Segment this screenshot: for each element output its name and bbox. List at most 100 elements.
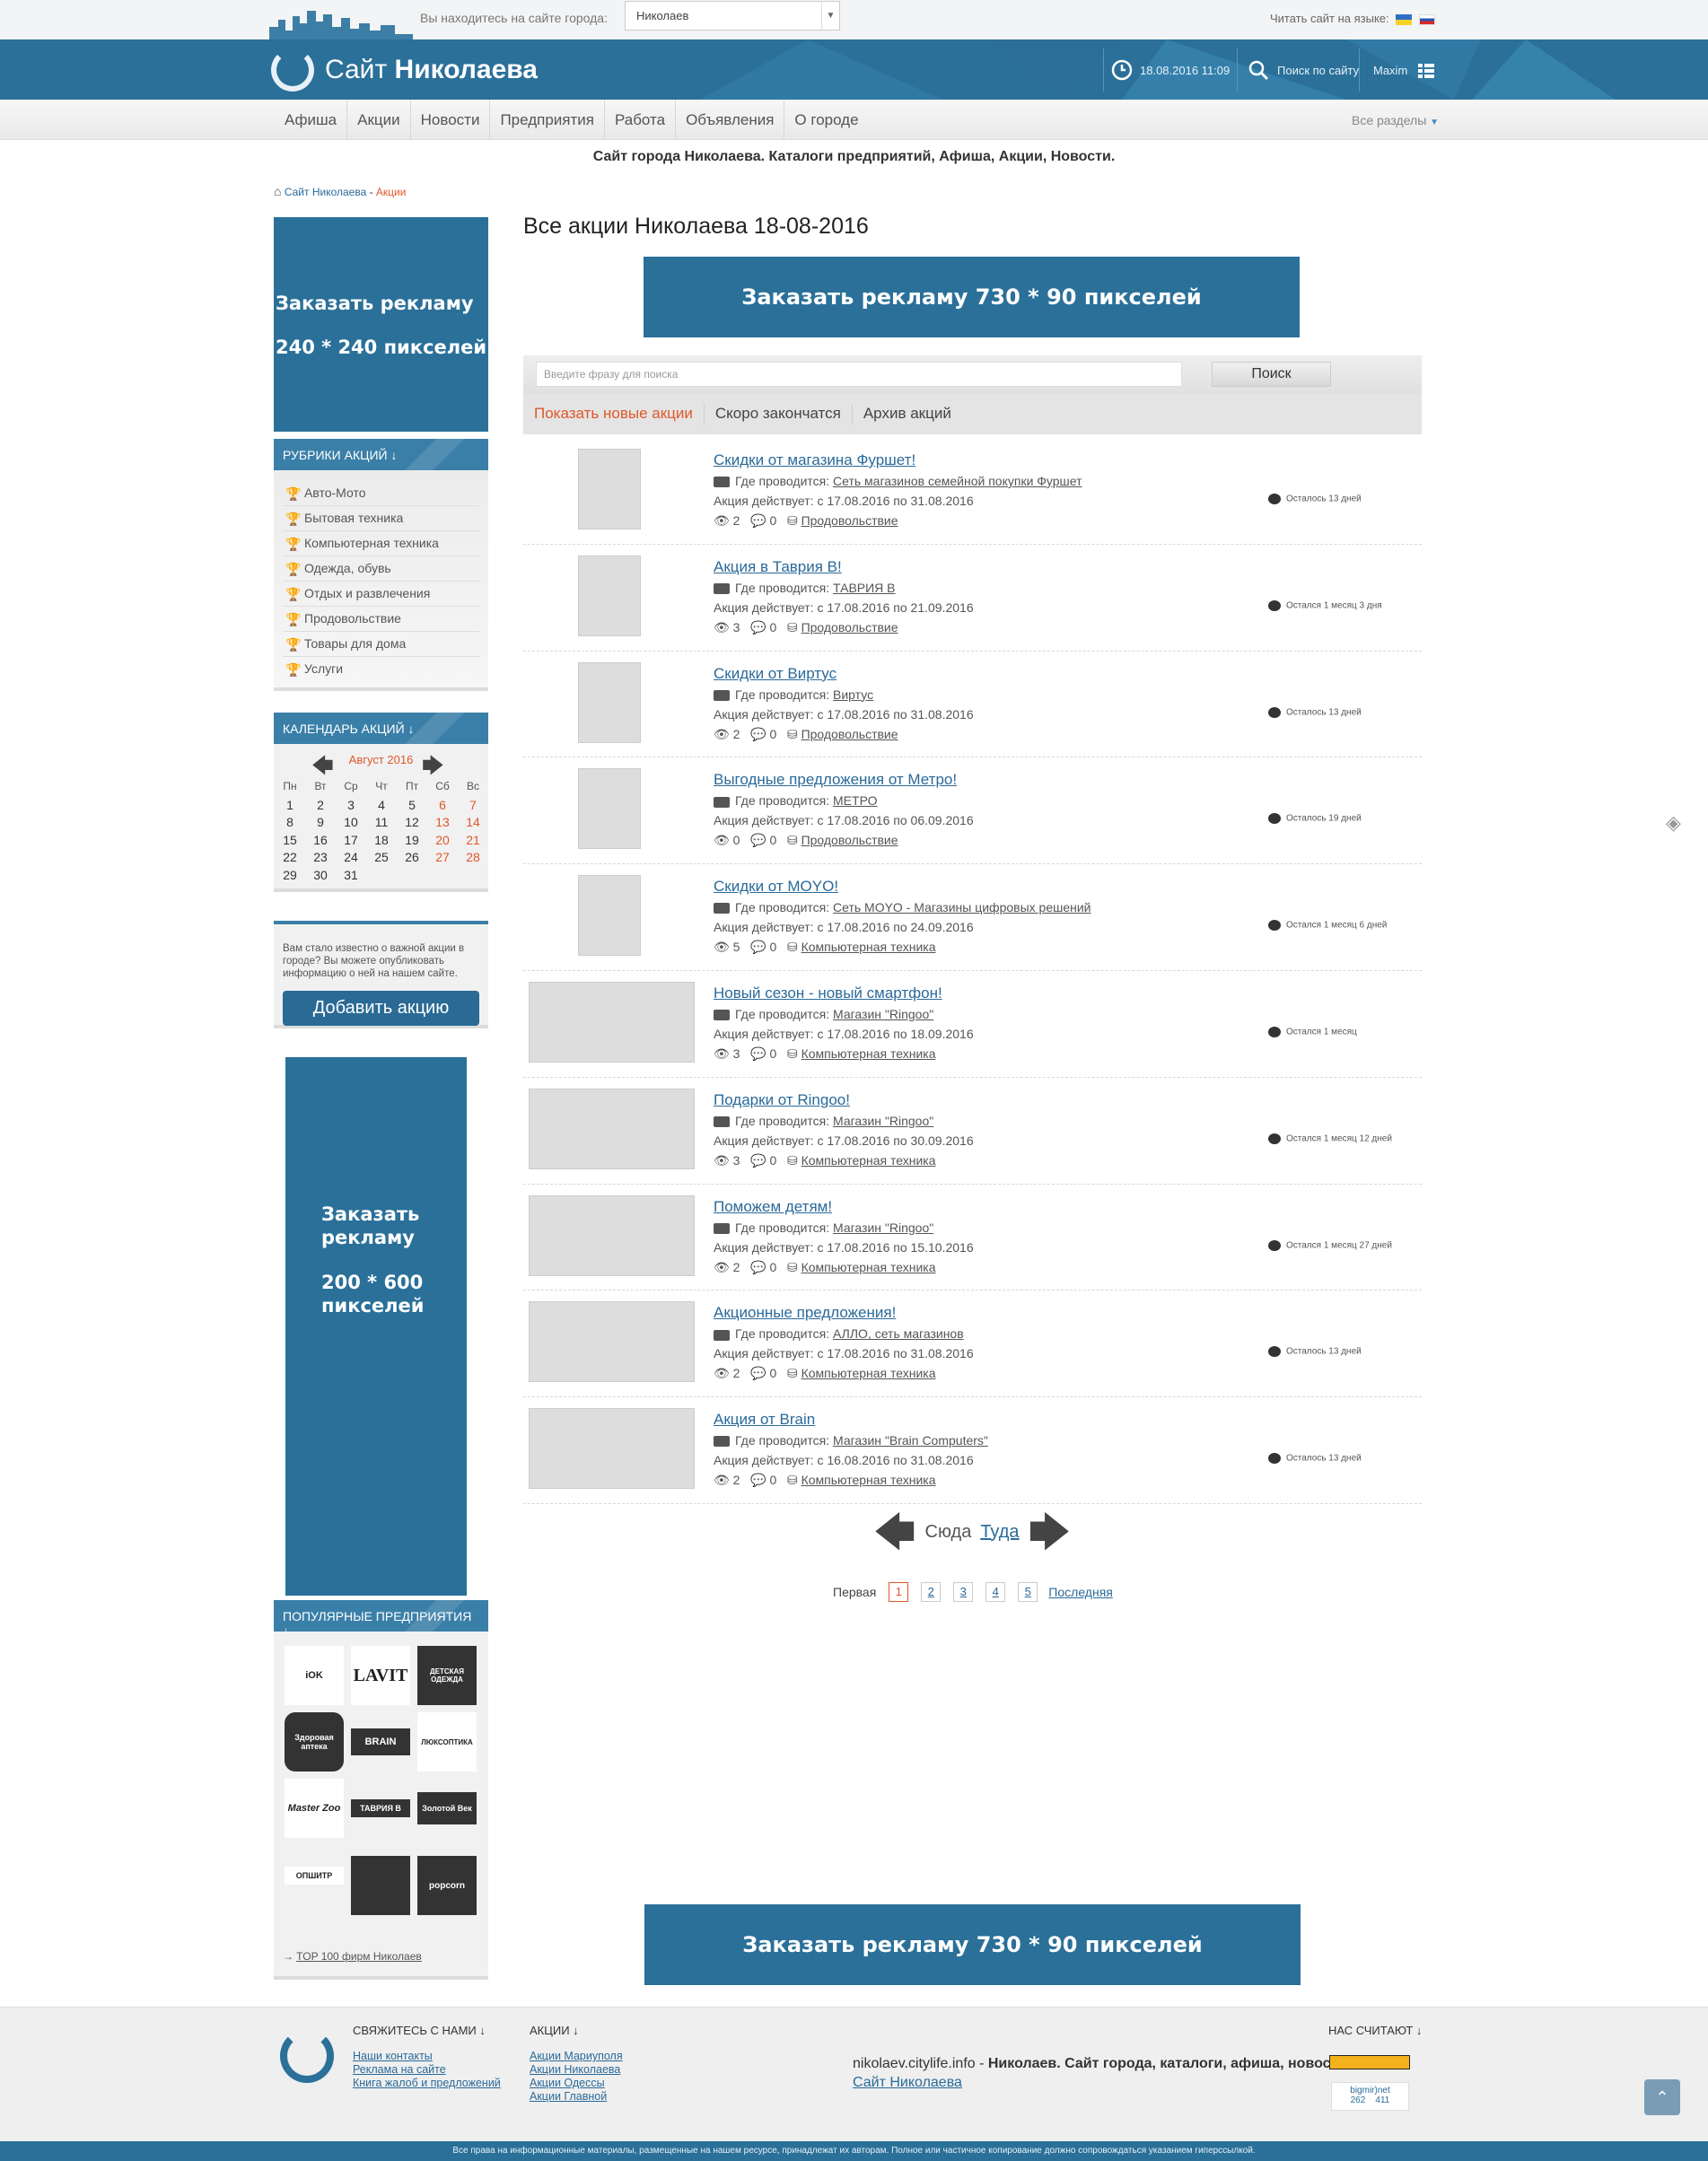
- calendar-day[interactable]: 29: [275, 868, 305, 886]
- pagination-last[interactable]: Последняя: [1048, 1585, 1113, 1599]
- all-sections-dropdown[interactable]: Все разделы ▼: [1352, 113, 1439, 127]
- ad-banner-730-top[interactable]: Заказать рекламу 730 * 90 пикселей: [644, 257, 1300, 337]
- promo-thumbnail[interactable]: [529, 1408, 695, 1490]
- footer-link[interactable]: Книга жалоб и предложений: [353, 2077, 501, 2090]
- nav-item-news[interactable]: Новости: [411, 100, 491, 140]
- company-logo[interactable]: Здоровая аптека: [285, 1712, 344, 1772]
- side-scroll-icon[interactable]: ◈: [1666, 811, 1681, 835]
- footer-link[interactable]: Акции Одессы: [530, 2077, 623, 2090]
- calendar-day[interactable]: 30: [305, 868, 336, 886]
- pager-prev[interactable]: Сюда: [925, 1522, 972, 1543]
- promo-thumbnail[interactable]: [529, 1194, 695, 1276]
- calendar-day[interactable]: 25: [366, 850, 397, 868]
- calendar-day[interactable]: 1: [275, 798, 305, 816]
- company-logo[interactable]: BRAIN: [351, 1728, 410, 1755]
- pager-next[interactable]: Туда: [980, 1522, 1019, 1543]
- promo-title[interactable]: Выгодные предложения от Метро!: [714, 771, 957, 789]
- promo-category[interactable]: Компьютерная техника: [801, 1153, 936, 1168]
- calendar-day[interactable]: 20: [427, 833, 458, 851]
- calendar-day[interactable]: 27: [427, 850, 458, 868]
- scroll-to-top-button[interactable]: ⌃: [1644, 2079, 1680, 2115]
- company-logo[interactable]: Master Zoo: [285, 1779, 344, 1838]
- promo-where-link[interactable]: Магазин "Ringoo": [833, 1007, 933, 1021]
- promo-thumbnail[interactable]: [529, 981, 695, 1063]
- arrow-right-icon[interactable]: 🡆: [1029, 1511, 1072, 1553]
- page-number[interactable]: 5: [1018, 1582, 1038, 1602]
- promo-category[interactable]: Компьютерная техника: [801, 1046, 936, 1061]
- calendar-day[interactable]: 3: [336, 798, 366, 816]
- promo-title[interactable]: Скидки от MOYO!: [714, 878, 838, 896]
- footer-link[interactable]: Наши контакты: [353, 2050, 501, 2063]
- footer-link[interactable]: Акции Главной: [530, 2090, 623, 2104]
- breadcrumb-home[interactable]: Сайт Николаева: [285, 186, 366, 198]
- page-number[interactable]: 1: [889, 1582, 909, 1602]
- promo-title[interactable]: Акция в Таврия В!: [714, 558, 842, 576]
- home-icon[interactable]: ⌂: [274, 184, 281, 198]
- site-logo-text[interactable]: Сайт Николаева: [325, 55, 538, 85]
- menu-grid-icon[interactable]: [1418, 64, 1434, 78]
- rubric-item[interactable]: 🏆 Компьютерная техника: [283, 531, 479, 556]
- promo-category[interactable]: Продовольствие: [801, 513, 898, 528]
- company-logo[interactable]: LAVIT: [351, 1646, 410, 1705]
- promo-category[interactable]: Компьютерная техника: [801, 1473, 936, 1487]
- promo-title[interactable]: Скидки от Виртус: [714, 665, 836, 683]
- promo-category[interactable]: Продовольствие: [801, 727, 898, 741]
- promo-category[interactable]: Продовольствие: [801, 833, 898, 847]
- calendar-day[interactable]: 8: [275, 815, 305, 833]
- promo-title[interactable]: Акционные предложения!: [714, 1304, 896, 1322]
- rubric-item[interactable]: 🏆 Одежда, обувь: [283, 556, 479, 582]
- ad-banner-730-bottom[interactable]: Заказать рекламу 730 * 90 пикселей: [644, 1904, 1301, 1985]
- calendar-day[interactable]: 5: [397, 798, 427, 816]
- promo-category[interactable]: Продовольствие: [801, 620, 898, 634]
- nav-item-afisha[interactable]: Афиша: [275, 100, 348, 140]
- promo-where-link[interactable]: МЕТРО: [833, 793, 877, 808]
- russia-flag-icon[interactable]: [1418, 13, 1435, 25]
- promo-thumbnail[interactable]: [578, 449, 641, 529]
- search-icon[interactable]: [1248, 59, 1269, 81]
- calendar-day[interactable]: 13: [427, 815, 458, 833]
- footer-link[interactable]: Реклама на сайте: [353, 2063, 501, 2077]
- promo-category[interactable]: Компьютерная техника: [801, 1366, 936, 1380]
- promo-where-link[interactable]: Магазин "Ringoo": [833, 1114, 933, 1128]
- promo-thumbnail[interactable]: [578, 555, 641, 636]
- promo-where-link[interactable]: Сеть магазинов семейной покупки Фуршет: [833, 474, 1082, 488]
- calendar-day[interactable]: 17: [336, 833, 366, 851]
- company-logo[interactable]: ОПШИТР: [285, 1867, 344, 1885]
- promo-where-link[interactable]: Сеть MOYO - Магазины цифровых решений: [833, 900, 1091, 914]
- city-select[interactable]: Николаев ▼: [625, 1, 840, 31]
- rubric-item[interactable]: 🏆 Бытовая техника: [283, 506, 479, 531]
- company-logo[interactable]: ЛЮКСОПТИКА: [417, 1712, 477, 1772]
- promo-where-link[interactable]: АЛЛО, сеть магазинов: [833, 1326, 964, 1341]
- calendar-day[interactable]: 31: [336, 868, 366, 886]
- promo-title[interactable]: Новый сезон - новый смартфон!: [714, 984, 942, 1002]
- promo-thumbnail[interactable]: [578, 768, 641, 850]
- calendar-day[interactable]: 22: [275, 850, 305, 868]
- tab-new-promos[interactable]: Показать новые акции: [523, 405, 705, 424]
- tab-archive[interactable]: Архив акций: [853, 405, 962, 424]
- nav-item-promos[interactable]: Акции: [347, 100, 411, 140]
- calendar-day[interactable]: 2: [305, 798, 336, 816]
- bigmir-counter[interactable]: bigmir)net 262 411: [1331, 2082, 1409, 2111]
- rubric-item[interactable]: 🏆 Товары для дома: [283, 632, 479, 657]
- calendar-day[interactable]: 18: [366, 833, 397, 851]
- promo-title[interactable]: Акция от Brain: [714, 1411, 815, 1429]
- calendar-day[interactable]: 15: [275, 833, 305, 851]
- calendar-day[interactable]: 21: [458, 833, 488, 851]
- company-logo[interactable]: ДЕТСКАЯ ОДЕЖДА: [417, 1646, 477, 1705]
- arrow-right-icon[interactable]: 🡆: [422, 750, 444, 787]
- calendar-day[interactable]: 6: [427, 798, 458, 816]
- nav-item-jobs[interactable]: Работа: [605, 100, 677, 140]
- rubric-item[interactable]: 🏆 Авто-Мото: [283, 481, 479, 506]
- ad-banner-240[interactable]: Заказать рекламу 240 * 240 пикселей: [274, 217, 488, 432]
- page-number[interactable]: 3: [953, 1582, 974, 1602]
- calendar-day[interactable]: 14: [458, 815, 488, 833]
- calendar-day[interactable]: 10: [336, 815, 366, 833]
- add-promo-button[interactable]: Добавить акцию: [283, 991, 479, 1026]
- promo-thumbnail[interactable]: [578, 875, 641, 957]
- nav-item-ads[interactable]: Объявления: [676, 100, 785, 140]
- promo-where-link[interactable]: Магазин "Ringoo": [833, 1220, 933, 1235]
- promo-where-link[interactable]: Виртус: [833, 687, 873, 702]
- promo-search-input[interactable]: Введите фразу для поиска: [536, 362, 1182, 387]
- footer-link[interactable]: Акции Мариуполя: [530, 2050, 623, 2063]
- calendar-day[interactable]: 28: [458, 850, 488, 868]
